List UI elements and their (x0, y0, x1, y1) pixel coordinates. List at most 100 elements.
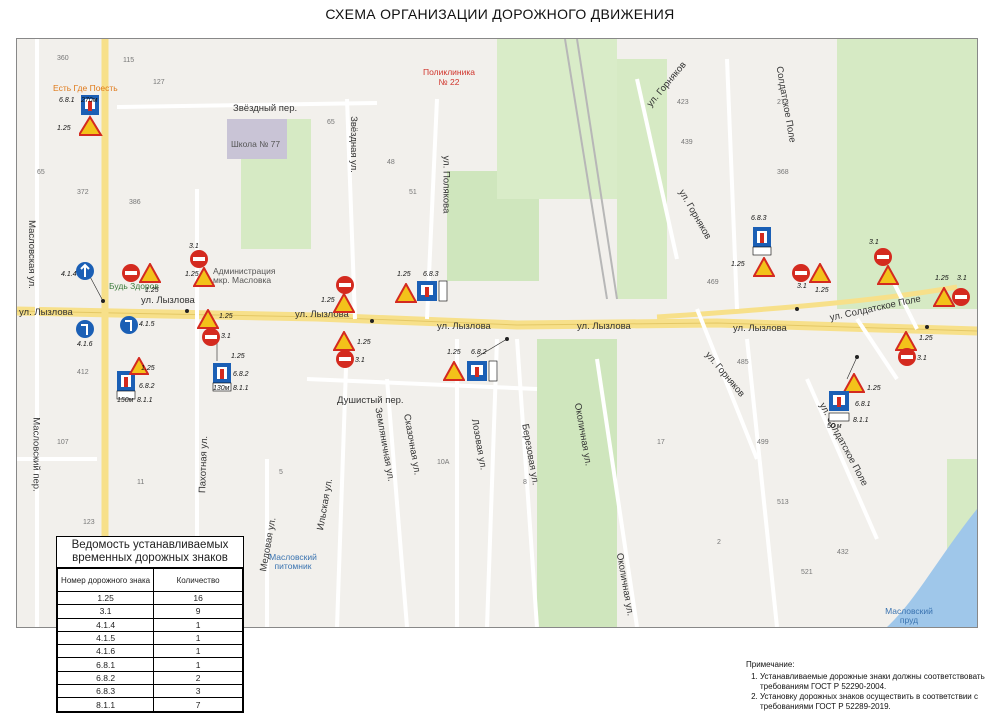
sign-label: 6.8.3 (423, 271, 439, 278)
sign-label: 4.1.4 (61, 271, 77, 278)
sign-3-1[interactable] (873, 247, 893, 267)
sign-1-25[interactable] (139, 263, 161, 283)
sign-label: 1.25 (57, 125, 71, 132)
sign-3-1[interactable] (189, 249, 209, 269)
sign-1-25[interactable] (333, 331, 355, 351)
sign-4-1-5[interactable] (119, 315, 139, 335)
street-label: ул. Лызлова (19, 307, 73, 318)
cell-sign: 4.1.6 (56, 644, 155, 659)
sign-3-1[interactable] (897, 347, 917, 367)
distance-label: 270м (81, 97, 98, 104)
street-label: Пахотная ул. (197, 435, 211, 494)
table-row: 6.8.2 2 (56, 670, 243, 686)
sign-label: 8.1.1 (853, 417, 869, 424)
table-row: 1.25 16 (56, 590, 243, 606)
sign-label: 1.25 (867, 385, 881, 392)
sign-6-8-2[interactable] (465, 359, 499, 383)
cell-sign: 6.8.1 (56, 657, 155, 672)
sign-1-25[interactable] (395, 283, 417, 303)
cell-sign: 1.25 (56, 590, 155, 606)
sign-label: 3.1 (917, 355, 927, 362)
sign-label: 1.25 (321, 297, 335, 304)
sign-label: 6.8.2 (139, 383, 155, 390)
street-label: ул. Лызлова (733, 323, 787, 334)
sign-3-1[interactable] (335, 275, 355, 295)
sign-3-1[interactable] (201, 327, 221, 347)
ledger-col-sign: Номер дорожного знака (56, 568, 155, 592)
table-row: 4.1.5 1 (56, 630, 243, 646)
sign-label: 1.25 (397, 271, 411, 278)
poi-prud[interactable]: Масловский пруд (879, 607, 939, 625)
cell-sign: 8.1.1 (56, 697, 155, 712)
sign-label: 3.1 (797, 283, 807, 290)
street-label: ул. Полякова (440, 155, 452, 214)
distance-label: 130м (213, 385, 230, 392)
street-label: ул. Лызлова (437, 321, 491, 332)
note-item: Установку дорожных знаков осуществить в … (760, 692, 986, 712)
cell-qty: 3 (153, 684, 243, 699)
poi-poliklinika[interactable]: Поликлиника № 22 (419, 67, 479, 87)
table-row: 3.1 9 (56, 604, 243, 619)
notes-block: Примечание: Устанавливаемые дорожные зна… (746, 660, 986, 712)
sign-1-25[interactable] (809, 263, 831, 283)
sign-4-1-6[interactable] (75, 319, 95, 339)
sign-label: 4.1.5 (139, 321, 155, 328)
sign-label: 1.25 (357, 339, 371, 346)
sign-6-8-3[interactable] (751, 225, 775, 257)
sign-label: 8.1.1 (233, 385, 249, 392)
sign-ledger-table: Ведомость устанавливаемых временных доро… (56, 536, 244, 713)
poi-pitomnik[interactable]: Масловский питомник (263, 553, 323, 571)
sign-1-25[interactable] (443, 361, 465, 381)
sign-4-1-4[interactable] (75, 261, 95, 281)
cell-sign: 4.1.5 (56, 630, 155, 646)
sign-label: 6.8.1 (855, 401, 871, 408)
street-label: ул. Лызлова (141, 295, 195, 306)
cell-qty: 9 (153, 604, 243, 619)
sign-3-1[interactable] (791, 263, 811, 283)
sign-3-1[interactable] (335, 349, 355, 369)
sign-3-1[interactable] (951, 287, 971, 307)
sign-label: 6.8.2 (471, 349, 487, 356)
cell-sign: 3.1 (56, 604, 155, 619)
sign-3-1[interactable] (121, 263, 141, 283)
sign-label: 1.25 (141, 365, 155, 372)
sign-1-25[interactable] (877, 265, 899, 285)
sign-6-8-1[interactable] (827, 389, 853, 423)
sign-6-8-3[interactable] (415, 279, 449, 303)
distance-label: 50 м (827, 423, 842, 430)
table-row: 6.8.3 3 (56, 684, 243, 699)
sign-label: 6.8.1 (59, 97, 75, 104)
cell-qty: 1 (153, 657, 243, 672)
sign-1-25[interactable] (333, 293, 355, 313)
sign-label: 1.25 (231, 353, 245, 360)
street-label: Душистый пер. (337, 395, 404, 406)
page-title: СХЕМА ОРГАНИЗАЦИИ ДОРОЖНОГО ДВИЖЕНИЯ (325, 6, 675, 22)
sign-label: 1.25 (447, 349, 461, 356)
street-label: ул. Лызлова (577, 321, 631, 332)
sign-label: 1.25 (145, 287, 159, 294)
table-row: 4.1.6 1 (56, 644, 243, 659)
poi-est-gde-poest[interactable]: Есть Где Поесть (53, 83, 118, 93)
cell-qty: 1 (153, 630, 243, 646)
sign-label: 1.25 (919, 335, 933, 342)
sign-label: 6.8.2 (233, 371, 249, 378)
sign-label: 4.1.6 (77, 341, 93, 348)
ledger-title: Ведомость устанавливаемых временных доро… (57, 537, 243, 568)
sign-label: 3.1 (221, 333, 231, 340)
sign-1-25[interactable] (753, 257, 775, 277)
poi-administration[interactable]: Администрация мкр. Масловка (213, 267, 283, 285)
cell-qty: 16 (153, 590, 243, 606)
distance-label: 150м (117, 397, 134, 404)
table-row: 4.1.4 1 (56, 617, 243, 632)
sign-1-25[interactable] (197, 309, 219, 329)
cell-qty: 1 (153, 617, 243, 632)
cell-qty: 1 (153, 644, 243, 659)
table-row: 8.1.1 7 (56, 697, 243, 712)
sign-label: 3.1 (869, 239, 879, 246)
notes-heading: Примечание: (746, 660, 795, 669)
sign-label: 1.25 (815, 287, 829, 294)
note-item: Устанавливаемые дорожные знаки должны со… (760, 672, 986, 692)
poi-school[interactable]: Школа № 77 (231, 139, 280, 149)
cell-qty: 2 (153, 670, 243, 686)
sign-label: 1.25 (935, 275, 949, 282)
